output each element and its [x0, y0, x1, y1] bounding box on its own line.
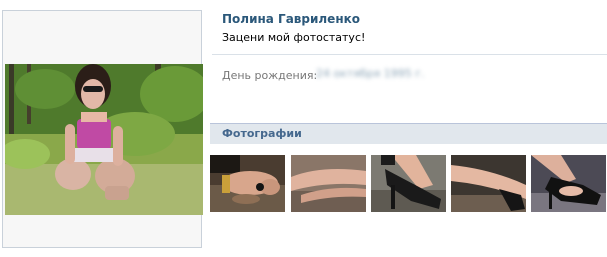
photo-leg-image [451, 155, 526, 212]
photo-black-shoe-image [531, 155, 606, 212]
profile-name-link[interactable]: Полина Гавриленко [222, 12, 360, 26]
profile-photo[interactable] [5, 64, 203, 215]
photo-thumbnail-3[interactable] [371, 155, 446, 212]
photo-legs-image [291, 155, 366, 212]
birthday-label: День рождения: [222, 69, 318, 82]
photo-high-heels-image [371, 155, 446, 212]
photo-thumbnail-5[interactable] [531, 155, 606, 212]
photo-thumbnail-2[interactable] [291, 155, 366, 212]
profile-avatar-card [2, 10, 203, 248]
photos-section-title: Фотографии [222, 127, 302, 140]
birthday-value[interactable]: 24 октября 1995 г. [316, 68, 425, 80]
profile-photo-image [5, 64, 203, 215]
profile-status[interactable]: Зацени мой фотостатус! [222, 31, 365, 44]
photo-hand-ring-image [210, 155, 285, 212]
header-divider [212, 54, 607, 55]
photo-thumbnail-1[interactable] [210, 155, 285, 212]
photo-thumbnail-4[interactable] [451, 155, 526, 212]
photos-section-header[interactable]: Фотографии [210, 123, 607, 144]
